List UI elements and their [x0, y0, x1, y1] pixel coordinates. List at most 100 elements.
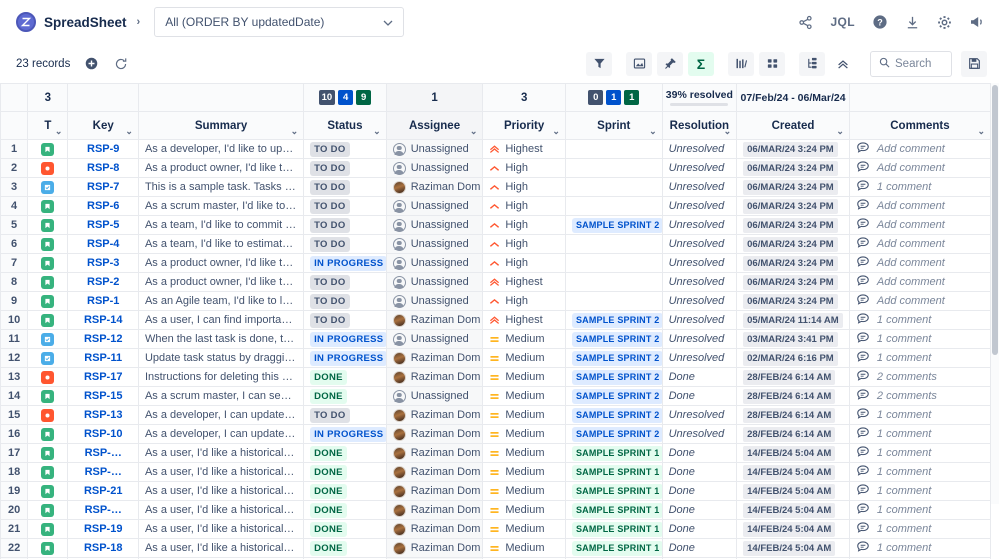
cell-sprint[interactable]: SAMPLE SPRINT 1: [564, 462, 663, 482]
comment-text[interactable]: 1 comment: [877, 447, 931, 459]
table-row[interactable]: 11 RSP-12 When the last task is done, the …: [0, 329, 992, 349]
cell-type[interactable]: [27, 386, 69, 406]
comment-icon[interactable]: [856, 255, 870, 272]
comment-text[interactable]: 1 comment: [877, 314, 931, 326]
comment-icon[interactable]: [856, 160, 870, 177]
cell-summary[interactable]: As a product owner, I'd like to ra…: [137, 253, 305, 273]
table-row[interactable]: 10 RSP-14 As a user, I can find important …: [0, 310, 992, 330]
cell-summary[interactable]: As a user, I'd like a historical sto…: [137, 443, 305, 463]
cell-comments[interactable]: 1 comment: [848, 329, 992, 349]
cell-status[interactable]: IN PROGRESS: [303, 329, 387, 349]
cell-summary[interactable]: As a user, I'd like a historical sto…: [137, 481, 305, 501]
cell-type[interactable]: [27, 329, 69, 349]
cell-status[interactable]: TO DO: [303, 215, 387, 235]
table-row[interactable]: 1 RSP-9 As a developer, I'd like to updat……: [0, 139, 992, 159]
cell-sprint[interactable]: [564, 177, 663, 197]
cell-created[interactable]: 06/MAR/24 3:24 PM: [736, 158, 850, 178]
cell-summary[interactable]: As a developer, I'd like to updat…: [137, 139, 305, 159]
cell-created[interactable]: 28/FEB/24 6:14 AM: [736, 424, 850, 444]
comment-icon[interactable]: [856, 426, 870, 443]
cell-resolution[interactable]: Done: [661, 386, 738, 406]
cell-status[interactable]: TO DO: [303, 291, 387, 311]
cell-summary[interactable]: As a scrum master, I'd like to br…: [137, 196, 305, 216]
cell-created[interactable]: 06/MAR/24 3:24 PM: [736, 177, 850, 197]
cell-priority[interactable]: High: [482, 234, 566, 254]
chevron-down-icon[interactable]: ⌄: [836, 127, 844, 136]
cell-resolution[interactable]: Unresolved: [661, 272, 738, 292]
cell-sprint[interactable]: SAMPLE SPRINT 1: [564, 500, 663, 520]
cell-assignee[interactable]: Raziman Dom: [385, 519, 484, 539]
cell-created[interactable]: 03/MAR/24 3:41 PM: [736, 329, 850, 349]
cell-sprint[interactable]: SAMPLE SPRINT 2: [564, 329, 663, 349]
cell-assignee[interactable]: Raziman Dom: [385, 443, 484, 463]
comment-icon[interactable]: [856, 502, 870, 519]
jql-button[interactable]: JQL: [830, 15, 855, 29]
cell-sprint[interactable]: SAMPLE SPRINT 1: [564, 519, 663, 539]
cell-resolution[interactable]: Done: [661, 462, 738, 482]
cell-comments[interactable]: Add comment: [848, 196, 992, 216]
cell-created[interactable]: 06/MAR/24 3:24 PM: [736, 215, 850, 235]
comment-text[interactable]: 1 comment: [877, 504, 931, 516]
cell-comments[interactable]: 1 comment: [848, 177, 992, 197]
cell-comments[interactable]: Add comment: [848, 158, 992, 178]
chevron-down-icon[interactable]: ⌄: [724, 127, 732, 136]
cell-type[interactable]: [27, 424, 69, 444]
cell-sprint[interactable]: SAMPLE SPRINT 1: [564, 481, 663, 501]
cell-status[interactable]: TO DO: [303, 405, 387, 425]
cell-assignee[interactable]: Unassigned: [385, 139, 484, 159]
issue-key-link[interactable]: RSP-10: [84, 428, 123, 440]
issue-key-link[interactable]: RSP-4: [87, 238, 119, 250]
cell-created[interactable]: 06/MAR/24 3:24 PM: [736, 272, 850, 292]
cell-created[interactable]: 28/FEB/24 6:14 AM: [736, 367, 850, 387]
cell-comments[interactable]: Add comment: [848, 234, 992, 254]
cell-key[interactable]: RSP-18: [67, 538, 139, 558]
cell-resolution[interactable]: Unresolved: [661, 310, 738, 330]
cell-key[interactable]: RSP-…: [67, 500, 139, 520]
issue-key-link[interactable]: RSP-…: [85, 504, 122, 516]
cell-status[interactable]: DONE: [303, 500, 387, 520]
cell-key[interactable]: RSP-12: [67, 329, 139, 349]
chevron-down-icon[interactable]: ⌄: [552, 127, 560, 136]
comment-icon[interactable]: [856, 179, 870, 196]
issue-key-link[interactable]: RSP-15: [84, 390, 123, 402]
cell-created[interactable]: 06/MAR/24 3:24 PM: [736, 253, 850, 273]
comment-text[interactable]: 1 comment: [877, 181, 931, 193]
grid-icon[interactable]: [759, 51, 785, 76]
cell-assignee[interactable]: Raziman Dom: [385, 348, 484, 368]
cell-comments[interactable]: 1 comment: [848, 481, 992, 501]
cell-summary[interactable]: Update task status by dragging …: [137, 348, 305, 368]
comment-icon[interactable]: [856, 293, 870, 310]
cell-priority[interactable]: Medium: [482, 481, 566, 501]
cell-comments[interactable]: Add comment: [848, 291, 992, 311]
table-row[interactable]: 8 RSP-2 As a product owner, I'd like to e……: [0, 272, 992, 292]
cell-assignee[interactable]: Unassigned: [385, 386, 484, 406]
cell-type[interactable]: [27, 196, 69, 216]
cell-type[interactable]: [27, 291, 69, 311]
chevron-down-icon[interactable]: ⌄: [55, 127, 63, 136]
cell-comments[interactable]: 1 comment: [848, 519, 992, 539]
cell-assignee[interactable]: Raziman Dom: [385, 310, 484, 330]
cell-resolution[interactable]: Done: [661, 519, 738, 539]
cell-resolution[interactable]: Unresolved: [661, 158, 738, 178]
cell-summary[interactable]: As a scrum master, I can see the…: [137, 386, 305, 406]
comment-icon[interactable]: [856, 521, 870, 538]
cell-status[interactable]: IN PROGRESS: [303, 348, 387, 368]
issue-key-link[interactable]: RSP-…: [85, 466, 122, 478]
cell-comments[interactable]: 2 comments: [848, 386, 992, 406]
cell-type[interactable]: [27, 310, 69, 330]
cell-resolution[interactable]: Done: [661, 481, 738, 501]
cell-assignee[interactable]: Unassigned: [385, 196, 484, 216]
cell-type[interactable]: [27, 177, 69, 197]
cell-status[interactable]: TO DO: [303, 177, 387, 197]
cell-resolution[interactable]: Unresolved: [661, 234, 738, 254]
cell-type[interactable]: [27, 348, 69, 368]
cell-assignee[interactable]: Raziman Dom: [385, 481, 484, 501]
cell-status[interactable]: DONE: [303, 481, 387, 501]
table-row[interactable]: 12 RSP-11 Update task status by dragging ……: [0, 348, 992, 368]
cell-key[interactable]: RSP-15: [67, 386, 139, 406]
cell-sprint[interactable]: [564, 291, 663, 311]
issue-key-link[interactable]: RSP-9: [87, 143, 119, 155]
cell-summary[interactable]: As a team, I'd like to estimate th…: [137, 234, 305, 254]
column-header-num[interactable]: [0, 111, 29, 140]
comment-text[interactable]: Add comment: [877, 162, 945, 174]
